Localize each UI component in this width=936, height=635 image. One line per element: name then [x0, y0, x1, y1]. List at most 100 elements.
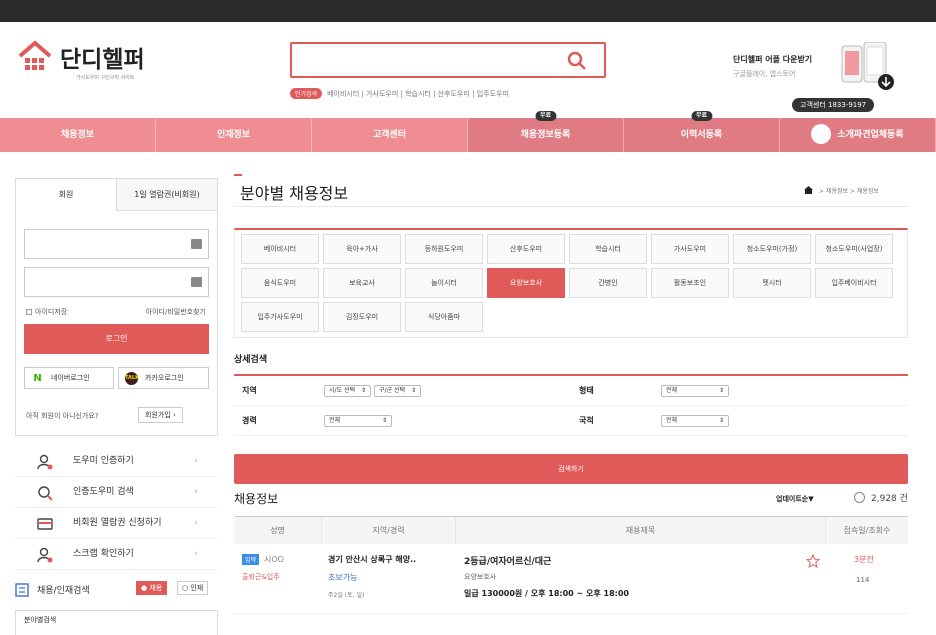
- category-button[interactable]: 식당아줌마: [405, 302, 483, 332]
- category-button[interactable]: 활동보조인: [651, 268, 729, 298]
- magnifier-icon: [38, 486, 53, 501]
- search-button[interactable]: 검색하기: [234, 454, 908, 484]
- tab-member[interactable]: 회원: [16, 179, 116, 211]
- nav-item-talent[interactable]: 인재정보: [156, 118, 312, 152]
- save-id-checkbox[interactable]: 아이디저장: [26, 307, 67, 317]
- detail-search-title: 상세검색: [234, 355, 268, 365]
- category-button[interactable]: 산후도우미: [487, 234, 565, 264]
- breadcrumb: > 채용정보 > 채용정보: [804, 186, 879, 195]
- category-button[interactable]: 등하원도우미: [405, 234, 483, 264]
- person-icon: [37, 454, 53, 470]
- gugun-select[interactable]: 구/군 선택 ⇕: [374, 384, 422, 397]
- col-region: 지역/경력: [322, 517, 456, 544]
- sort-dropdown[interactable]: 업데이트순▼: [776, 494, 814, 504]
- customer-center-badge[interactable]: 고객센터 1833-9197: [792, 98, 875, 112]
- logo-subtitle: 가사도우미 구인구직 사이트: [76, 75, 135, 81]
- nav-item-jobs[interactable]: 채용정보: [0, 118, 156, 152]
- category-button[interactable]: 간병인: [569, 268, 647, 298]
- switch-label: 채용/인재검색: [37, 586, 90, 596]
- sido-select[interactable]: 시/도 선택 ⇕: [324, 384, 372, 397]
- divider: [234, 206, 908, 207]
- row-experience: 초보가능: [328, 573, 358, 582]
- home-icon[interactable]: [804, 186, 813, 194]
- ticket-icon: [37, 518, 53, 530]
- house-logo-icon: [18, 40, 52, 70]
- hot-keyword-links[interactable]: 베이비시터 | 가사도우미 | 학습시터 | 산후도우미 | 입주도우미: [327, 89, 509, 99]
- hot-badge: 인기검색: [290, 88, 323, 99]
- phones-icon: [841, 42, 894, 90]
- category-grid: 베이비시터 육아+가사 등하원도우미 산후도우미 학습시터 가사도우미 청소도우미(가정) 청…: [241, 234, 893, 332]
- category-button[interactable]: 입주가사도우미: [241, 302, 319, 332]
- switch-jobs-button[interactable]: ● 채용: [136, 581, 168, 595]
- logo-title: 단디헬퍼: [60, 47, 145, 73]
- field-search-box[interactable]: 분야별검색: [15, 610, 218, 635]
- row-job-title[interactable]: 2등급/여자어르신/대근: [464, 554, 551, 567]
- tab-day-pass[interactable]: 1일 열람권(비회원): [116, 179, 217, 211]
- table-row[interactable]: 입력 시OO 출퇴근&입주 경기 안산시 상록구 해양.. 초보가능 주2일 (…: [234, 544, 908, 614]
- join-button[interactable]: 회원가입 ›: [138, 407, 183, 423]
- page-title: 분야별 채용정보: [240, 184, 349, 203]
- row-days: 주2일 (토, 일): [328, 592, 365, 599]
- category-button[interactable]: 펫시터: [733, 268, 811, 298]
- category-button[interactable]: 보육교사: [323, 268, 401, 298]
- status-badge: 입력: [242, 554, 260, 565]
- nationality-label: 국적: [579, 416, 594, 425]
- agency-icon: [811, 123, 832, 144]
- switch-talent-button[interactable]: ○ 인재: [177, 581, 209, 595]
- category-button[interactable]: 베이비시터: [241, 234, 319, 264]
- free-badge: 무료: [534, 111, 557, 121]
- category-button[interactable]: 입주베이비시터: [815, 268, 893, 298]
- star-icon[interactable]: [806, 554, 820, 568]
- row-views: 114: [856, 576, 870, 584]
- search-icon[interactable]: [566, 50, 588, 72]
- naver-login-button[interactable]: N 네이버로그인: [24, 367, 114, 389]
- find-account-link[interactable]: 아이디/비밀번호찾기: [146, 307, 206, 317]
- login-button[interactable]: 로그인: [24, 324, 209, 354]
- category-button[interactable]: 학습시터: [569, 234, 647, 264]
- chevron-right-icon: ›: [194, 549, 198, 559]
- switch-icon: [15, 583, 29, 597]
- main-nav: 채용정보 인재정보 고객센터 무료 채용정보등록 무료 이력서등록 소개파견업체등록: [0, 111, 936, 152]
- nav-item-customer-center[interactable]: 고객센터: [312, 118, 468, 152]
- keyboard-icon: [191, 239, 202, 249]
- category-button[interactable]: 가사도우미: [651, 234, 729, 264]
- nav-item-post-resume[interactable]: 무료 이력서등록: [624, 111, 780, 152]
- category-button[interactable]: 요양보호사: [487, 268, 565, 298]
- category-button[interactable]: 청소도우미(사업장): [815, 234, 893, 264]
- keyboard-icon: [191, 277, 202, 287]
- col-access: 접속일/조회수: [843, 526, 891, 535]
- nav-item-agency-register[interactable]: 소개파견업체등록: [780, 118, 936, 152]
- menu-verified-search[interactable]: 인증도우미 검색 ›: [15, 477, 218, 508]
- kakao-icon: TALK: [125, 372, 139, 385]
- category-button[interactable]: 김장도우미: [323, 302, 401, 332]
- app-download[interactable]: 단디헬퍼 어플 다운받기 구글플레이, 앱스토어: [733, 54, 812, 79]
- title-accent: [234, 174, 242, 176]
- nav-item-post-job[interactable]: 무료 채용정보등록: [468, 111, 624, 152]
- career-select[interactable]: 전체 ⇕: [324, 414, 392, 427]
- category-button[interactable]: 음식도우미: [241, 268, 319, 298]
- type-select[interactable]: 전체 ⇕: [661, 384, 729, 397]
- chevron-right-icon: ›: [194, 487, 198, 497]
- search-input[interactable]: [290, 42, 606, 78]
- logo[interactable]: 단디헬퍼: [16, 38, 145, 76]
- category-button[interactable]: 청소도우미(가정): [733, 234, 811, 264]
- kakao-login-button[interactable]: TALK 카카오로그인: [118, 367, 209, 389]
- password-field[interactable]: [24, 267, 209, 297]
- career-label: 경력: [242, 416, 257, 425]
- row-location: 경기 안산시 상록구 해양..: [328, 555, 417, 564]
- menu-helper-verify[interactable]: 도우미 인증하기 ›: [15, 446, 218, 477]
- menu-nonmember-pass[interactable]: 비회원 열람권 신청하기 ›: [15, 508, 218, 539]
- detail-search-table: 지역 시/도 선택 ⇕ 구/군 선택 ⇕ 형태 전체 ⇕ 경력 전체 ⇕ 국적 전체 ⇕: [234, 374, 908, 436]
- id-field[interactable]: [24, 229, 209, 259]
- nationality-select[interactable]: 전체 ⇕: [661, 414, 729, 427]
- app-title: 단디헬퍼 어플 다운받기: [733, 55, 813, 64]
- row-schedule: 출퇴근&입주: [242, 573, 280, 581]
- result-count: 2,928 건: [854, 491, 908, 504]
- category-button[interactable]: 놀이시터: [405, 268, 483, 298]
- scrap-person-icon: [37, 547, 53, 563]
- col-name: 성명: [234, 517, 322, 544]
- checkbox-icon: [26, 309, 32, 315]
- hot-keywords: 인기검색 베이비시터 | 가사도우미 | 학습시터 | 산후도우미 | 입주도우…: [290, 88, 509, 99]
- menu-scrap[interactable]: 스크랩 확인하기 ›: [15, 539, 218, 570]
- category-button[interactable]: 육아+가사: [323, 234, 401, 264]
